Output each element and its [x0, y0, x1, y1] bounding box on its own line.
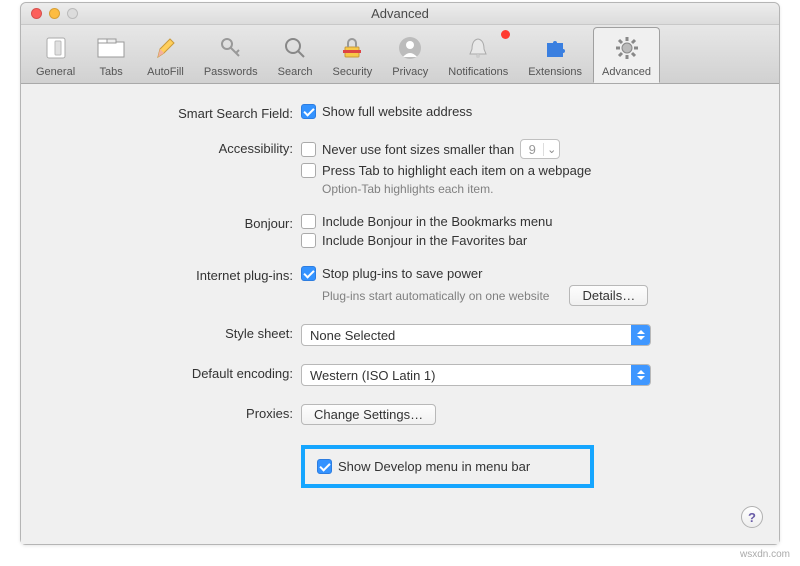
tab-label: General	[36, 66, 75, 78]
tab-label: Notifications	[448, 66, 508, 78]
option-tab-hint: Option-Tab highlights each item.	[301, 182, 739, 196]
privacy-icon	[394, 32, 426, 64]
tab-tabs[interactable]: Tabs	[86, 27, 136, 83]
press-tab-checkbox[interactable]	[301, 163, 316, 178]
press-tab-text: Press Tab to highlight each item on a we…	[322, 163, 591, 178]
help-button[interactable]: ?	[741, 506, 763, 528]
chevron-down-icon: ⌄	[543, 143, 559, 156]
tab-label: Privacy	[392, 66, 428, 78]
bonjour-label: Bonjour:	[61, 214, 301, 231]
lock-icon	[336, 32, 368, 64]
tab-label: Passwords	[204, 66, 258, 78]
search-icon	[279, 32, 311, 64]
develop-highlight: Show Develop menu in menu bar	[301, 445, 594, 488]
tab-search[interactable]: Search	[269, 27, 322, 83]
tab-security[interactable]: Security	[323, 27, 381, 83]
bell-icon	[462, 32, 494, 64]
encoding-label: Default encoding:	[61, 364, 301, 381]
titlebar: Advanced	[21, 3, 779, 25]
tab-general[interactable]: General	[27, 27, 84, 83]
show-develop-text: Show Develop menu in menu bar	[338, 459, 530, 474]
preferences-window: Advanced General Tabs AutoFill Passwords…	[20, 2, 780, 545]
tab-extensions[interactable]: Extensions	[519, 27, 591, 83]
tab-label: Tabs	[100, 66, 123, 78]
notification-badge	[501, 30, 510, 39]
font-size-stepper[interactable]: 9 ⌄	[520, 139, 560, 159]
never-smaller-text: Never use font sizes smaller than	[322, 142, 514, 157]
never-smaller-checkbox[interactable]	[301, 142, 316, 157]
encoding-select[interactable]: Western (ISO Latin 1)	[301, 364, 651, 386]
watermark: wsxdn.com	[740, 549, 790, 560]
change-settings-button[interactable]: Change Settings…	[301, 404, 436, 425]
accessibility-label: Accessibility:	[61, 139, 301, 156]
tab-notifications[interactable]: Notifications	[439, 27, 517, 83]
window-title: Advanced	[21, 6, 779, 21]
tab-advanced[interactable]: Advanced	[593, 27, 660, 83]
stylesheet-label: Style sheet:	[61, 324, 301, 341]
tab-autofill[interactable]: AutoFill	[138, 27, 193, 83]
content: Smart Search Field: Show full website ad…	[21, 84, 779, 544]
stop-plugins-checkbox[interactable]	[301, 266, 316, 281]
show-full-address-checkbox[interactable]	[301, 104, 316, 119]
updown-icon	[631, 365, 650, 385]
key-icon	[215, 32, 247, 64]
pencil-icon	[149, 32, 181, 64]
help-icon: ?	[748, 510, 756, 525]
updown-icon	[631, 325, 650, 345]
gear-icon	[611, 32, 643, 64]
proxies-label: Proxies:	[61, 404, 301, 421]
tab-label: Security	[332, 66, 372, 78]
tabs-icon	[95, 32, 127, 64]
details-button[interactable]: Details…	[569, 285, 648, 306]
plugins-label: Internet plug-ins:	[61, 266, 301, 283]
tab-label: Extensions	[528, 66, 582, 78]
stylesheet-select[interactable]: None Selected	[301, 324, 651, 346]
bonjour-favorites-text: Include Bonjour in the Favorites bar	[322, 233, 527, 248]
smart-search-label: Smart Search Field:	[61, 104, 301, 121]
tab-label: AutoFill	[147, 66, 184, 78]
bonjour-favorites-checkbox[interactable]	[301, 233, 316, 248]
show-develop-checkbox[interactable]	[317, 459, 332, 474]
plugins-hint: Plug-ins start automatically on one webs…	[322, 289, 549, 303]
encoding-value: Western (ISO Latin 1)	[310, 368, 435, 383]
bonjour-bookmarks-checkbox[interactable]	[301, 214, 316, 229]
tab-label: Advanced	[602, 66, 651, 78]
stylesheet-value: None Selected	[310, 328, 395, 343]
tab-label: Search	[278, 66, 313, 78]
toolbar: General Tabs AutoFill Passwords Search S…	[21, 25, 779, 84]
switch-icon	[40, 32, 72, 64]
tab-passwords[interactable]: Passwords	[195, 27, 267, 83]
font-size-value: 9	[521, 142, 543, 157]
bonjour-bookmarks-text: Include Bonjour in the Bookmarks menu	[322, 214, 553, 229]
tab-privacy[interactable]: Privacy	[383, 27, 437, 83]
show-full-address-text: Show full website address	[322, 104, 472, 119]
puzzle-icon	[539, 32, 571, 64]
stop-plugins-text: Stop plug-ins to save power	[322, 266, 482, 281]
